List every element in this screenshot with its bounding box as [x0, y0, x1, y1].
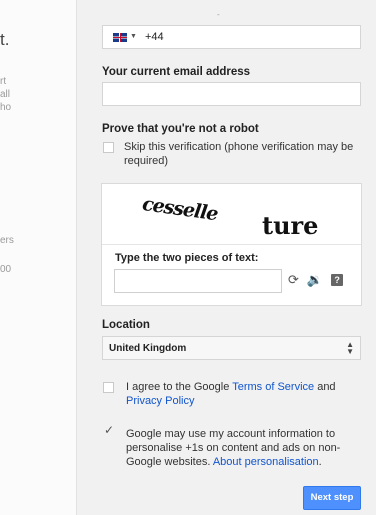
background-title-fragment: t.	[0, 30, 10, 49]
divider: -	[217, 10, 220, 19]
background-text-fragment: all	[0, 89, 11, 100]
captcha-prompt: Type the two pieces of text:	[115, 252, 259, 264]
background-text-fragment: ers	[0, 235, 14, 246]
privacy-policy-link[interactable]: Privacy Policy	[126, 395, 194, 407]
email-label: Your current email address	[102, 66, 251, 78]
captcha-image: cesselle ture	[141, 193, 319, 240]
signup-form-panel: - ▼ +44 Your current email address Prove…	[76, 0, 376, 515]
background-text-fragment: ho	[0, 102, 12, 113]
skip-verification-label-line1: Skip this verification (phone verificati…	[124, 141, 354, 153]
background-text-fragment: rt	[0, 76, 7, 87]
background-page: t. rt all ho ers 00	[0, 0, 76, 515]
captcha-input[interactable]	[114, 269, 282, 293]
skip-verification-label-line2: required)	[124, 155, 169, 167]
email-field[interactable]	[102, 82, 361, 106]
phone-number-field[interactable]: ▼ +44	[102, 25, 361, 49]
terms-label: I agree to the Google Terms of Service a…	[126, 380, 356, 408]
next-step-button[interactable]: Next step	[303, 486, 361, 510]
skip-verification-checkbox[interactable]	[103, 142, 114, 153]
terms-text: and	[314, 381, 336, 393]
personalise-label: Google may use my account information to…	[126, 427, 361, 469]
captcha-controls: ⟳ 🔉 ?	[288, 272, 344, 288]
terms-of-service-link[interactable]: Terms of Service	[232, 381, 314, 393]
terms-checkbox[interactable]	[103, 382, 114, 393]
captcha-word-1: cesselle	[141, 193, 220, 225]
about-personalisation-link[interactable]: About personalisation	[213, 456, 319, 468]
personalise-text: personalise +1s on content and ads on no…	[126, 442, 341, 454]
personalise-text: Google websites.	[126, 456, 213, 468]
captcha-box: cesselle ture Type the two pieces of tex…	[101, 183, 362, 306]
personalise-text: .	[318, 456, 322, 468]
captcha-word-2: ture	[262, 211, 318, 240]
location-selected-value: United Kingdom	[109, 343, 187, 354]
background-text-fragment: 00	[0, 264, 12, 275]
location-label: Location	[102, 319, 150, 331]
phone-country-code: +44	[145, 31, 164, 43]
refresh-icon[interactable]: ⟳	[288, 272, 299, 288]
select-arrows-icon: ▲ ▼	[346, 340, 354, 356]
robot-label: Prove that you're not a robot	[102, 123, 259, 135]
chevron-down-icon[interactable]: ▼	[130, 33, 137, 40]
personalise-text: Google may use my account information to	[126, 428, 336, 440]
audio-icon[interactable]: 🔉	[307, 272, 323, 288]
location-select[interactable]: United Kingdom ▲ ▼	[102, 336, 361, 360]
terms-text: I agree to the Google	[126, 381, 233, 393]
divider	[102, 244, 361, 245]
uk-flag-icon[interactable]	[113, 33, 127, 42]
checkmark-icon[interactable]: ✓	[104, 423, 114, 437]
help-icon[interactable]: ?	[331, 274, 344, 286]
